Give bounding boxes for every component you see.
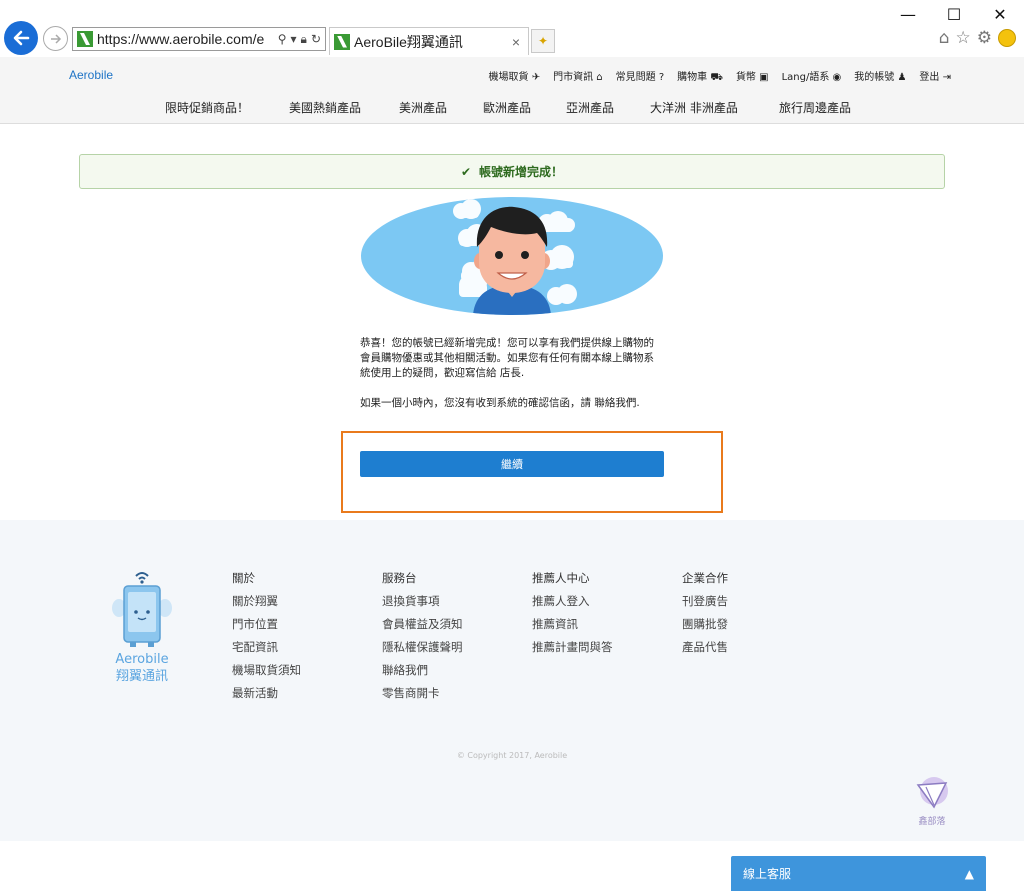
- forward-button[interactable]: [43, 26, 68, 51]
- forward-arrow-icon: [50, 33, 61, 44]
- globe-icon: ◉: [832, 72, 842, 83]
- footer-link[interactable]: 產品代售: [682, 639, 728, 655]
- address-bar[interactable]: https://www.aerobile.com/e ⚲ ▾ 🔒︎ ↻: [72, 27, 326, 51]
- footer-link[interactable]: 零售商開卡: [382, 685, 463, 701]
- footer-link[interactable]: 宅配資訊: [232, 639, 301, 655]
- footer-link[interactable]: 刊登廣告: [682, 593, 728, 609]
- plane-icon: ✈: [531, 72, 541, 83]
- footer-link[interactable]: 聯絡我們: [382, 662, 463, 678]
- brand-logo[interactable]: Aerobile: [69, 68, 113, 82]
- browser-chrome: https://www.aerobile.com/e ⚲ ▾ 🔒︎ ↻ Aero…: [0, 0, 1024, 57]
- back-button[interactable]: [4, 21, 38, 55]
- footer-heading: 關於: [232, 571, 255, 585]
- mainnav-item-travel[interactable]: 旅行周邊產品: [779, 99, 851, 116]
- topnav-faq[interactable]: 常見問題 ?: [616, 68, 665, 85]
- main-nav: 限時促銷商品！ 美國熱銷產品 美洲產品 歐洲產品 亞洲產品 大洋洲 非洲產品 旅…: [165, 99, 851, 116]
- footer-link[interactable]: 機場取貨須知: [232, 662, 301, 678]
- chevron-up-icon: ▲: [964, 866, 974, 881]
- address-url[interactable]: https://www.aerobile.com/e: [97, 31, 278, 47]
- mainnav-item-asia[interactable]: 亞洲產品: [566, 99, 650, 116]
- footer-link[interactable]: 推薦人登入: [532, 593, 613, 609]
- mainnav-item-americas[interactable]: 美洲產品: [399, 99, 483, 116]
- close-window-button[interactable]: ✕: [977, 2, 1023, 26]
- favorites-star-icon[interactable]: ☆: [956, 28, 971, 48]
- footer-col-about: 關於 關於翔翼 門市位置 宅配資訊 機場取貨須知 最新活動: [232, 570, 301, 708]
- site-footer: Aerobile 翔翼通訊 關於 關於翔翼 門市位置 宅配資訊 機場取貨須知 最…: [0, 520, 1024, 841]
- confirmation-message: 恭喜！您的帳號已經新增完成！您可以享有我們提供線上購物的會員購物優惠或其他相關活…: [360, 336, 662, 411]
- live-chat-bar[interactable]: 線上客服 ▲: [731, 856, 986, 891]
- settings-gear-icon[interactable]: ⚙: [977, 28, 992, 48]
- question-icon: ?: [658, 72, 665, 83]
- watermark-logo-icon: [916, 777, 948, 809]
- browser-tab[interactable]: AeroBile翔翼通訊 ×: [329, 27, 529, 55]
- search-icon[interactable]: ⚲: [278, 32, 287, 46]
- alert-text: 帳號新增完成！: [479, 165, 564, 179]
- footer-logo-text: Aerobile 翔翼通訊: [115, 652, 169, 684]
- mainnav-item-oceania-africa[interactable]: 大洋洲 非洲產品: [650, 99, 779, 116]
- checkmark-icon: ✔: [460, 164, 472, 179]
- topnav-store-info[interactable]: 門市資訊 ⌂: [553, 68, 603, 85]
- footer-logo-icon: [110, 568, 174, 652]
- tab-close-icon[interactable]: ×: [508, 34, 524, 50]
- footer-col-referral: 推薦人中心 推薦人登入 推薦資訊 推薦計畫問與答: [532, 570, 613, 662]
- footer-link[interactable]: 關於翔翼: [232, 593, 301, 609]
- home-icon: ⌂: [596, 72, 603, 83]
- footer-col-business: 企業合作 刊登廣告 團購批發 產品代售: [682, 570, 728, 662]
- success-illustration: [361, 197, 663, 315]
- continue-button[interactable]: 繼續: [360, 451, 664, 477]
- back-arrow-icon: [13, 30, 30, 46]
- success-alert: ✔ 帳號新增完成！: [79, 154, 945, 189]
- user-icon: ♟: [897, 72, 907, 83]
- footer-link[interactable]: 退換貨事項: [382, 593, 463, 609]
- new-tab-button[interactable]: ✦: [531, 29, 555, 53]
- footer-col-service: 服務台 退換貨事項 會員權益及須知 隱私權保護聲明 聯絡我們 零售商開卡: [382, 570, 463, 708]
- topnav-airport-pickup[interactable]: 機場取貨 ✈: [489, 68, 541, 85]
- topnav-logout[interactable]: 登出 ⇥: [919, 68, 951, 85]
- refresh-icon[interactable]: ↻: [311, 32, 321, 46]
- lock-icon[interactable]: 🔒︎: [301, 32, 307, 47]
- mainnav-item-promo[interactable]: 限時促銷商品！: [165, 99, 289, 116]
- message-paragraph-1: 恭喜！您的帳號已經新增完成！您可以享有我們提供線上購物的會員購物優惠或其他相關活…: [360, 337, 654, 379]
- footer-link[interactable]: 推薦計畫問與答: [532, 639, 613, 655]
- footer-heading: 企業合作: [682, 571, 728, 585]
- logout-icon: ⇥: [942, 72, 951, 83]
- tab-title: AeroBile翔翼通訊: [354, 33, 463, 50]
- site-header: Aerobile 機場取貨 ✈ 門市資訊 ⌂ 常見問題 ? 購物車 ⛟ 貨幣 ▣…: [0, 57, 1024, 124]
- money-icon: ▣: [759, 72, 769, 83]
- site-favicon-icon: [77, 31, 93, 47]
- topnav-my-account[interactable]: 我的帳號 ♟: [854, 68, 906, 85]
- watermark: 鑫部落: [906, 775, 958, 827]
- topnav-currency[interactable]: 貨幣 ▣: [736, 68, 769, 85]
- footer-link[interactable]: 門市位置: [232, 616, 301, 632]
- topnav-cart[interactable]: 購物車 ⛟: [677, 68, 723, 85]
- topnav-language[interactable]: Lang/語系 ◉: [782, 68, 842, 85]
- feedback-smiley-icon[interactable]: [998, 29, 1016, 47]
- maximize-button[interactable]: ☐: [931, 2, 977, 26]
- chat-label: 線上客服: [743, 867, 792, 881]
- dropdown-arrow-icon[interactable]: ▾: [291, 32, 297, 46]
- tab-favicon-icon: [334, 33, 350, 50]
- footer-link[interactable]: 推薦資訊: [532, 616, 613, 632]
- mainnav-item-usa[interactable]: 美國熱銷產品: [289, 99, 399, 116]
- cart-icon: ⛟: [710, 72, 723, 83]
- mainnav-item-europe[interactable]: 歐洲產品: [483, 99, 566, 116]
- new-tab-icon: ✦: [537, 34, 549, 48]
- minimize-button[interactable]: —: [885, 2, 931, 26]
- footer-heading: 服務台: [382, 571, 417, 585]
- footer-link[interactable]: 隱私權保護聲明: [382, 639, 463, 655]
- footer-link[interactable]: 會員權益及須知: [382, 616, 463, 632]
- footer-link[interactable]: 最新活動: [232, 685, 301, 701]
- home-icon[interactable]: ⌂: [939, 28, 950, 48]
- footer-link[interactable]: 團購批發: [682, 616, 728, 632]
- top-nav: 機場取貨 ✈ 門市資訊 ⌂ 常見問題 ? 購物車 ⛟ 貨幣 ▣ Lang/語系 …: [489, 68, 951, 85]
- footer-heading: 推薦人中心: [532, 571, 590, 585]
- message-paragraph-2: 如果一個小時內，您沒有收到系統的確認信函，請 聯絡我們.: [360, 397, 640, 409]
- copyright-text: © Copyright 2017, Aerobile: [456, 751, 568, 760]
